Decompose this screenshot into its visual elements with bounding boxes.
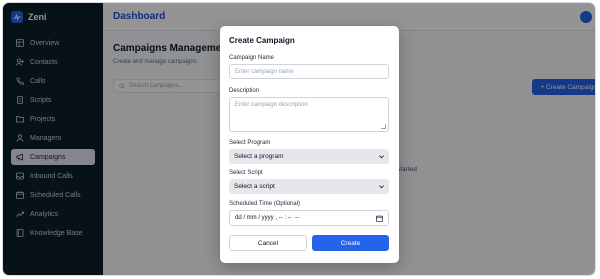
select-script-label: Select Script (229, 170, 263, 176)
dialog-title: Create Campaign (229, 36, 295, 45)
program-select-value: Select a program (234, 153, 284, 160)
cancel-button[interactable]: Cancel (229, 235, 307, 251)
chevron-down-icon (379, 155, 384, 159)
campaign-name-label: Campaign Name (229, 55, 275, 61)
chevron-down-icon (379, 185, 384, 189)
create-campaign-dialog: Create Campaign Campaign Name Enter camp… (220, 26, 399, 263)
resize-handle-icon[interactable] (381, 124, 386, 129)
scheduled-time-label: Scheduled Time (Optional) (229, 201, 301, 207)
description-label: Description (229, 88, 260, 94)
description-textarea[interactable]: Enter campaign description (229, 97, 389, 132)
app-window: Zeni Overview Contacts Calls Scripts Pro… (3, 3, 595, 275)
campaign-name-input[interactable]: Enter campaign name (229, 64, 389, 79)
scheduled-time-input[interactable]: dd / mm / yyyy , -- : -- -- (229, 210, 389, 226)
scheduled-time-value: dd / mm / yyyy , -- : -- -- (235, 215, 299, 221)
calendar-icon[interactable] (376, 215, 383, 222)
create-button[interactable]: Create (312, 235, 389, 251)
script-select[interactable]: Select a script (229, 179, 389, 194)
select-program-label: Select Program (229, 140, 271, 146)
script-select-value: Select a script (234, 183, 275, 190)
description-placeholder: Enter campaign description (235, 102, 308, 108)
program-select[interactable]: Select a program (229, 149, 389, 164)
campaign-name-placeholder: Enter campaign name (235, 68, 294, 75)
